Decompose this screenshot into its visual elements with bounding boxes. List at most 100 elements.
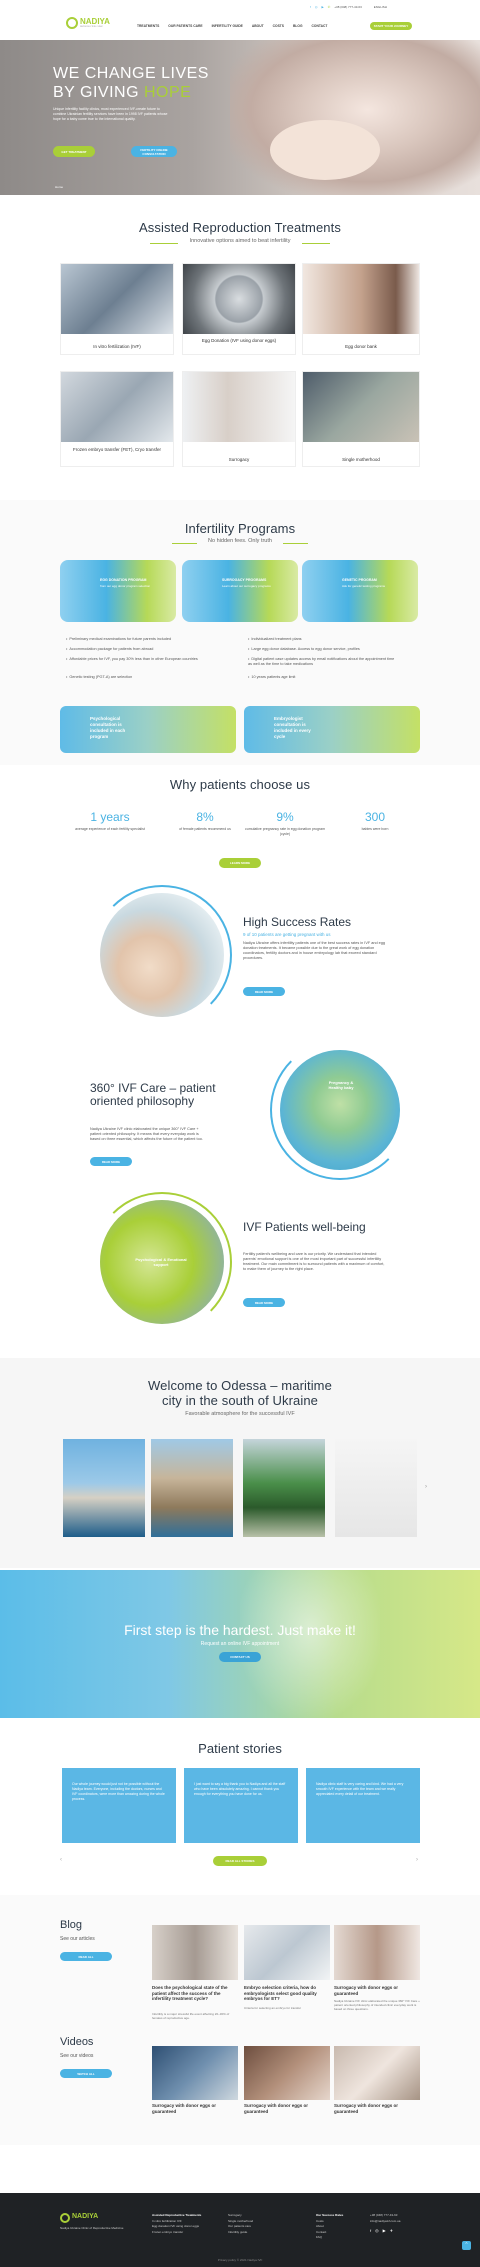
watch-all-button[interactable]: WATCH ALL [60, 2069, 112, 2078]
footer-link[interactable]: Frozen embryo transfer [152, 2230, 232, 2236]
phone-icon: ✆ [327, 5, 331, 9]
facebook-icon[interactable]: f [310, 5, 311, 9]
facebook-icon[interactable]: f [370, 2228, 371, 2233]
online-consultation-button[interactable]: FERTILITY ONLINE CONSULTATION [131, 146, 177, 157]
feature-read-more-button[interactable]: READ MORE [243, 987, 285, 996]
feature-read-more-button[interactable]: READ MORE [90, 1157, 132, 1166]
nav-infertility-guide[interactable]: INFERTILITY GUIDE [212, 24, 243, 28]
single-motherhood-image [303, 372, 419, 442]
blog-post-title[interactable]: Does the psychological state of the pati… [152, 1985, 238, 2002]
video-thumbnail[interactable] [334, 2046, 420, 2100]
nav-about[interactable]: ABOUT [252, 24, 264, 28]
program-card-text: Learn about our surrogacy programs [222, 584, 271, 588]
hero-title-2a: BY GIVING [53, 84, 144, 101]
why-learn-more-button[interactable]: LEARN MORE [219, 858, 261, 868]
video-title[interactable]: Surrogacy with donor eggs or guaranteed [334, 2103, 420, 2114]
carousel-next-icon[interactable]: › [416, 1857, 418, 1863]
art-subtitle-line-right [302, 243, 330, 244]
program-card-title: EGG DONATION PROGRAM [100, 578, 147, 582]
blog-post-image[interactable] [244, 1925, 330, 1980]
banner-psychological[interactable]: Psychological consultation is included i… [60, 706, 236, 753]
odessa-photo-2[interactable] [151, 1439, 233, 1537]
treatment-card-fet[interactable]: Frozen embryo transfer (FET), Cryo trans… [60, 371, 174, 467]
blog-title: Blog [60, 1919, 83, 1931]
carousel-next-icon[interactable]: › [425, 1484, 427, 1490]
video-title[interactable]: Surrogacy with donor eggs or guaranteed [244, 2103, 330, 2114]
footer-col-1: Assisted Reproductive Treatments In vitr… [152, 2213, 232, 2235]
phone-number[interactable]: +38 (048) 777-43-63 [334, 5, 361, 9]
banner-text: Psychological consultation is included i… [90, 716, 126, 739]
footer-logo[interactable]: NADIYA [72, 2213, 98, 2220]
treatment-card-egg-donation[interactable]: Egg Donation (IVF using donor eggs) [182, 263, 296, 355]
carousel-prev-icon[interactable]: ‹ [60, 1857, 62, 1863]
video-title[interactable]: Surrogacy with donor eggs or guaranteed [152, 2103, 238, 2114]
stat-label: average experience of each fertility spe… [75, 827, 145, 831]
story-card[interactable]: Our whole journey would just not be poss… [62, 1768, 176, 1843]
main-nav: TREATMENTS OUR PATIENTS CARE INFERTILITY… [137, 24, 327, 28]
art-title: Assisted Reproduction Treatments [139, 220, 341, 235]
contact-us-button[interactable]: CONTACT US [219, 1652, 261, 1662]
blog-post-title[interactable]: Embryo selection criteria, how do embryo… [244, 1985, 330, 2002]
blog-post-image[interactable] [334, 1925, 420, 1980]
treatment-card-egg-bank[interactable]: Egg donor bank [302, 263, 420, 355]
blog-post-excerpt: Infertility is a major stressful life ev… [152, 2012, 230, 2020]
treatment-label: Single motherhood [342, 457, 380, 462]
logo-text: NADIYA [80, 17, 110, 26]
treatment-card-surrogacy[interactable]: Surrogacy [182, 371, 296, 467]
ivf-image [61, 264, 173, 334]
first-step-subtitle: Request an online IVF appointment [200, 1641, 280, 1647]
nav-treatments[interactable]: TREATMENTS [137, 24, 159, 28]
odessa-photo-4[interactable] [335, 1439, 417, 1537]
feature-read-more-button[interactable]: READ MORE [243, 1298, 285, 1307]
treatment-label: Egg donor bank [345, 344, 377, 349]
instagram-icon[interactable]: ◎ [315, 5, 318, 9]
feature-text: Nadiya Ukraine offers infertility patien… [243, 941, 385, 960]
story-card[interactable]: Nadiya clinic staff is very caring and k… [306, 1768, 420, 1843]
video-thumbnail[interactable] [244, 2046, 330, 2100]
feature-title: IVF Patients well-being [243, 1220, 366, 1234]
stats-row: 1 years average experience of each ferti… [60, 810, 420, 850]
odessa-subtitle: Favorable atmosphere for the successful … [185, 1411, 295, 1417]
footer-email[interactable]: info@nadiyaivf.com.ua [370, 2219, 430, 2225]
blog-post-image[interactable] [152, 1925, 238, 1980]
stat-number: 1 years [90, 810, 130, 824]
stories-title: Patient stories [198, 1741, 282, 1756]
read-all-button[interactable]: READ ALL [60, 1952, 112, 1961]
nav-patients-care[interactable]: OUR PATIENTS CARE [168, 24, 202, 28]
telegram-icon[interactable]: ✈ [390, 2228, 393, 2233]
nav-blog[interactable]: BLOG [293, 24, 303, 28]
treatment-card-single-motherhood[interactable]: Single motherhood [302, 371, 420, 467]
nav-contact[interactable]: CONTACT [312, 24, 328, 28]
breadcrumb[interactable]: Home [55, 185, 63, 189]
footer-link[interactable]: Infertility guide [228, 2230, 298, 2236]
youtube-icon[interactable]: ▶ [321, 5, 323, 9]
program-card-egg-donation[interactable]: EGG DONATION PROGRAM from our egg donor … [60, 560, 176, 622]
stat-number: 9% [276, 810, 294, 824]
story-card[interactable]: I just want to say a big thank you to Na… [184, 1768, 298, 1843]
start-journey-button[interactable]: START YOUR JOURNEY [370, 22, 412, 30]
read-all-stories-button[interactable]: READ ALL STORIES [213, 1856, 267, 1866]
programs-subtitle: No hidden fees. Only truth [208, 538, 272, 544]
instagram-icon[interactable]: ◎ [375, 2228, 379, 2233]
program-card-surrogacy[interactable]: SURROGACY PROGRAMS Learn about our surro… [182, 560, 298, 622]
odessa-photo-1[interactable] [63, 1439, 145, 1537]
language-select[interactable]: ENGLISH [374, 5, 387, 9]
logo[interactable]: NADIYA REPRODUCTIVE CLINIC [66, 17, 110, 31]
get-treatment-button[interactable]: GET TREATMENT [53, 146, 95, 157]
banner-embryologist[interactable]: Embryologist consultation is included in… [244, 706, 420, 753]
scroll-top-icon[interactable]: ⌃ [462, 2241, 471, 2250]
logo-subtext: REPRODUCTIVE CLINIC [80, 26, 104, 28]
egg-image [183, 264, 295, 334]
program-card-genetic[interactable]: GENETIC PROGRAM Ask for genetic testing … [302, 560, 418, 622]
nav-costs[interactable]: COSTS [273, 24, 284, 28]
footer-link[interactable]: FAQ [316, 2235, 366, 2241]
program-bullet: Preliminary medical examinations for fut… [66, 637, 216, 642]
treatment-card-ivf[interactable]: In vitro fertilization (IVF) [60, 263, 174, 355]
blog-post-excerpt: Criteria for selecting an embryo for tra… [244, 2006, 302, 2010]
blog-post-title[interactable]: Surrogacy with donor eggs or guaranteed [334, 1985, 420, 1996]
video-thumbnail[interactable] [152, 2046, 238, 2100]
youtube-icon[interactable]: ▶ [383, 2228, 386, 2233]
odessa-photo-3[interactable] [243, 1439, 325, 1537]
footer-col-1b: Surrogacy Single motherhood Our patients… [228, 2213, 298, 2235]
program-card-text: Ask for genetic testing programs [342, 584, 386, 588]
